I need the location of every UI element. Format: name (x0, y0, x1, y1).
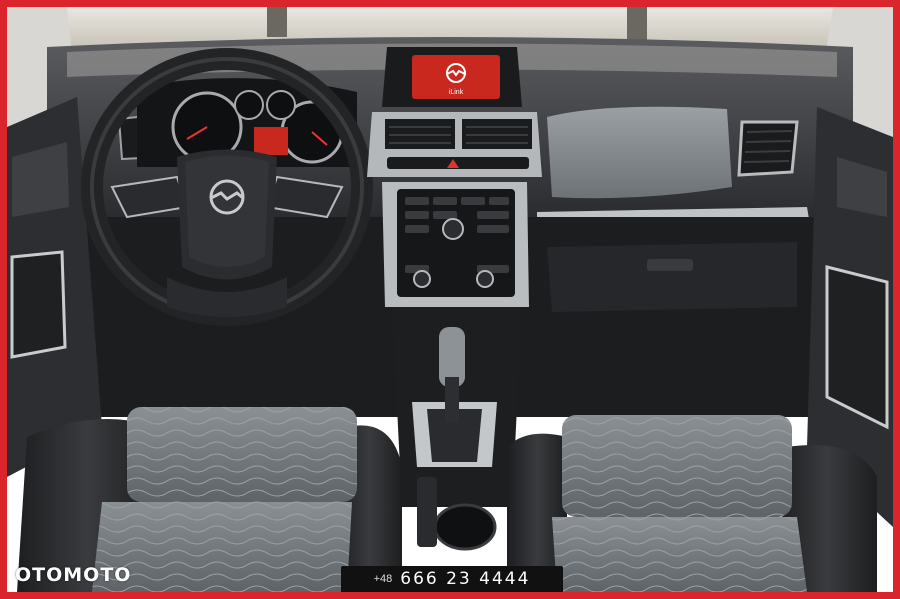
phone-prefix: +48 (373, 573, 393, 585)
phone-banner: +48 666 23 4444 (341, 566, 563, 592)
otomoto-watermark: OTOMOTO (15, 564, 132, 586)
car-interior-photo: iLink (7, 7, 893, 592)
photo-frame: iLink OTOMOTO +48 666 23 4444 (0, 0, 900, 599)
phone-number: 666 23 4444 (400, 569, 531, 589)
screen-label: iLink (449, 89, 464, 96)
